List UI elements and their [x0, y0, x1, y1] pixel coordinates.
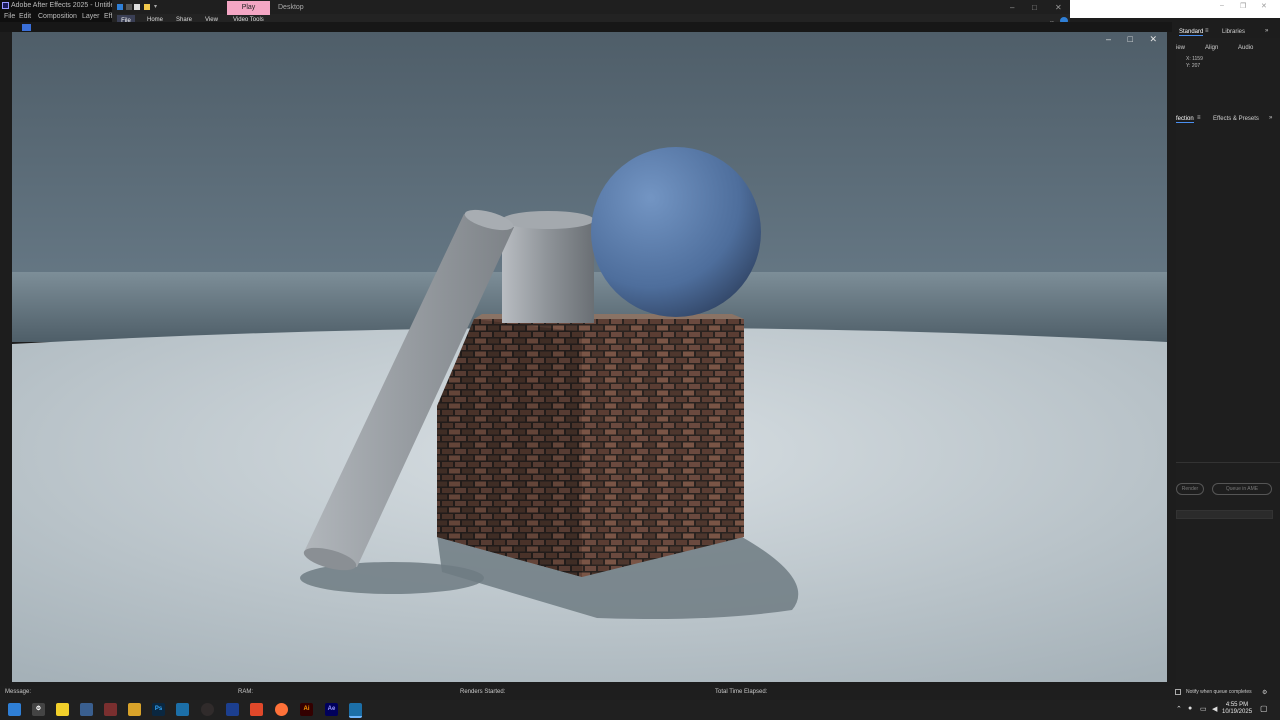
outer-minimize-icon[interactable]: – [1220, 2, 1224, 9]
sticky-notes-icon[interactable] [56, 703, 69, 716]
app-icon[interactable] [226, 703, 239, 716]
save-icon[interactable] [117, 4, 123, 10]
menu-edit[interactable]: Edit [19, 13, 31, 20]
panel-more-icon[interactable]: » [1269, 115, 1272, 121]
lock-icon[interactable]: ⚙ [1262, 689, 1267, 696]
status-renders-started: Renders Started: [460, 689, 506, 695]
file-explorer-icon[interactable] [128, 703, 141, 716]
separator-icon [126, 4, 132, 10]
workspace-libraries[interactable]: Libraries [1222, 29, 1245, 35]
status-message: Message: [5, 689, 32, 695]
obs-icon[interactable] [201, 703, 214, 716]
workspace-menu-icon[interactable]: ≡ [1205, 28, 1209, 34]
dropdown-icon[interactable]: ▾ [154, 3, 157, 10]
menu-composition[interactable]: Composition [38, 13, 77, 20]
window-title: Adobe After Effects 2025 - Untitled [11, 2, 119, 9]
outer-restore-icon[interactable]: ❐ [1240, 2, 1246, 10]
calculator-icon[interactable] [80, 703, 93, 716]
tray-chevron-icon[interactable]: ⌃ [1176, 705, 1182, 713]
workspace-more-icon[interactable]: » [1265, 28, 1268, 34]
panel-menu-icon[interactable]: ≡ [1197, 115, 1201, 121]
clock-date: 10/19/2025 [1222, 709, 1253, 715]
maximize-icon[interactable]: □ [1032, 3, 1037, 12]
workspace-standard[interactable]: Standard [1179, 29, 1204, 36]
tab-desktop[interactable]: Desktop [278, 4, 304, 11]
background-window [1070, 0, 1280, 18]
status-ram: RAM: [238, 689, 253, 695]
after-effects-icon[interactable]: Ae [325, 703, 338, 716]
tab-effects-presets[interactable]: Effects & Presets [1213, 116, 1259, 122]
volume-icon[interactable]: ◀ [1212, 705, 1217, 713]
firefox-icon[interactable] [275, 703, 288, 716]
media-icon[interactable] [104, 703, 117, 716]
panel-divider [1176, 462, 1280, 463]
close-icon[interactable]: ✕ [1055, 3, 1062, 12]
minimize-icon[interactable]: – [1010, 3, 1014, 12]
outer-close-icon[interactable]: ✕ [1261, 2, 1267, 10]
menu-file[interactable]: File [4, 13, 15, 20]
document-icon[interactable] [134, 4, 140, 10]
viewer-close-icon[interactable]: ✕ [1149, 34, 1157, 44]
render-controls: Render Queue in AME [1176, 483, 1276, 495]
after-effects-app-icon [2, 2, 9, 9]
windows-icon[interactable] [8, 703, 21, 716]
tab-audio[interactable]: Audio [1238, 45, 1253, 51]
network-icon[interactable]: ▭ [1200, 705, 1207, 713]
photoshop-icon[interactable]: Ps [152, 703, 165, 716]
info-y: Y: 207 [1186, 63, 1201, 69]
tab-align[interactable]: Align [1205, 45, 1218, 51]
right-panel [1176, 38, 1280, 688]
system-clock[interactable]: 4:55 PM 10/19/2025 [1222, 702, 1252, 716]
brave-icon[interactable] [250, 703, 263, 716]
info-x: X: 1159 [1186, 56, 1203, 62]
notify-checkbox[interactable] [1175, 689, 1181, 695]
menu-layer[interactable]: Layer [82, 13, 100, 20]
status-total-time: Total Time Elapsed: [715, 689, 768, 695]
folder-icon[interactable] [144, 4, 150, 10]
taskbar [0, 700, 1280, 720]
viewer-window-controls: – □ ✕ [1106, 34, 1157, 45]
video-player-icon[interactable] [349, 703, 362, 718]
tab-play[interactable]: Play [227, 1, 270, 15]
render-progress-bar [1176, 510, 1273, 519]
tab-selection[interactable]: fection [1176, 116, 1194, 123]
viewer-minimize-icon[interactable]: – [1106, 34, 1111, 44]
illustrator-icon[interactable]: Ai [300, 703, 313, 716]
microphone-icon[interactable]: ● [1188, 705, 1192, 712]
3d-scene [12, 32, 1167, 682]
queue-in-ame-button[interactable]: Queue in AME [1212, 483, 1272, 495]
info-readout: X: 1159 Y: 207 [1186, 56, 1203, 70]
settings-icon[interactable]: ⚙ [32, 703, 45, 716]
notifications-icon[interactable]: ▢ [1260, 704, 1268, 713]
ae-toolbar [0, 22, 1172, 32]
viewer-maximize-icon[interactable]: □ [1128, 34, 1133, 44]
mail-icon[interactable] [176, 703, 189, 716]
render-button[interactable]: Render [1176, 483, 1204, 495]
status-bar [0, 686, 1280, 700]
selection-tool-icon[interactable] [22, 24, 31, 31]
notify-label: Notify when queue completes [1186, 689, 1252, 695]
clock-time: 4:55 PM [1225, 702, 1249, 708]
composition-viewer[interactable] [12, 32, 1167, 682]
tab-preview[interactable]: iew [1176, 45, 1185, 51]
